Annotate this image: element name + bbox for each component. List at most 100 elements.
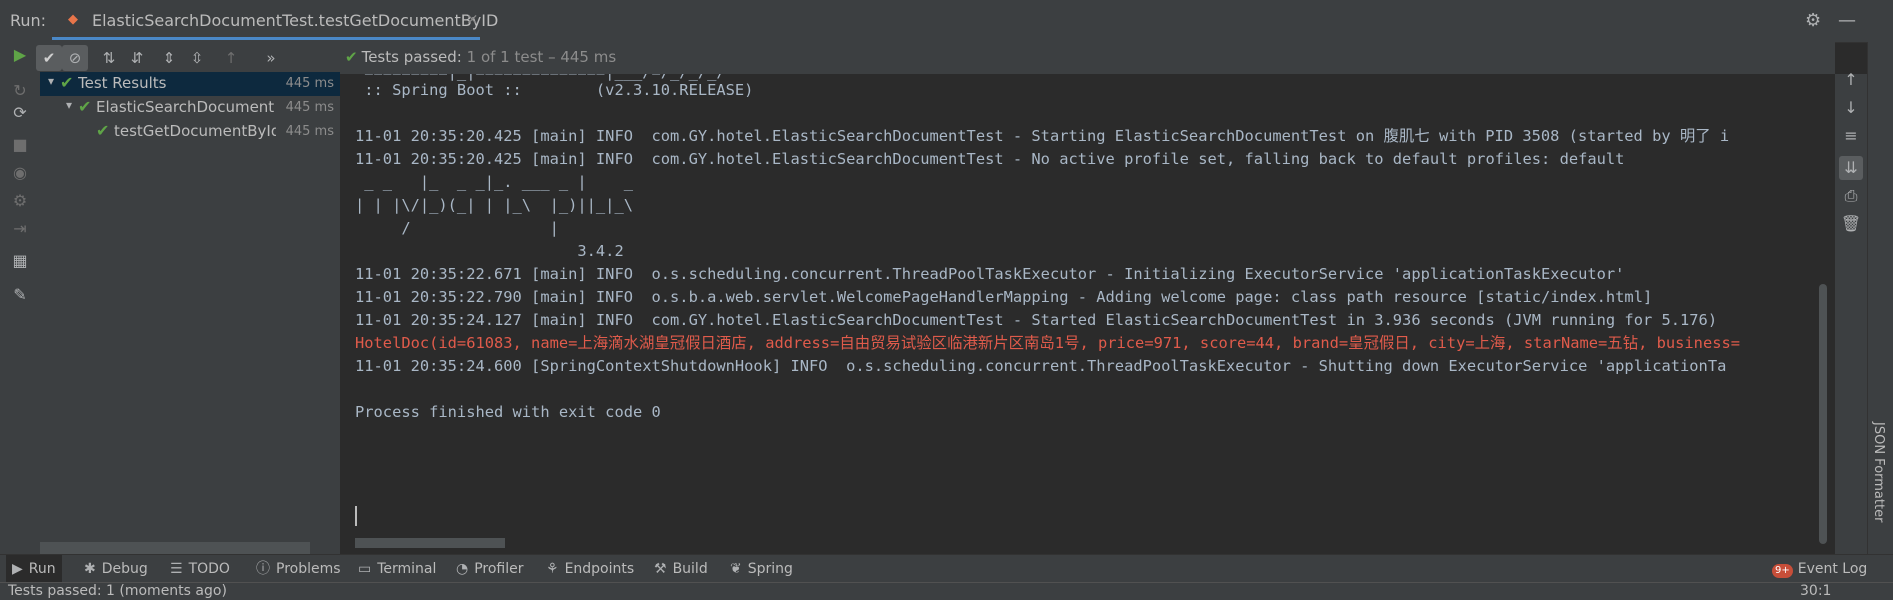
- tree-row[interactable]: ▾ ✔ Test Results 445 ms: [40, 72, 340, 96]
- settings-icon[interactable]: ⚙: [9, 190, 31, 212]
- event-count-badge: 9+: [1772, 564, 1793, 578]
- sort-duration-icon[interactable]: ⇵: [124, 45, 150, 71]
- json-formatter-tab[interactable]: JSON Formatter: [1871, 422, 1886, 522]
- scroll-to-end-icon[interactable]: ⇊: [1839, 156, 1863, 180]
- tab-label: Endpoints: [564, 561, 635, 577]
- tree-item-time: 445 ms: [285, 100, 334, 115]
- tree-horizontal-scrollbar[interactable]: [40, 542, 310, 554]
- show-passed-icon[interactable]: ✔: [36, 45, 62, 71]
- sort-alpha-icon[interactable]: ⇅: [96, 45, 122, 71]
- right-tool-strip: JSON Formatter: [1867, 42, 1893, 554]
- console-line: | | |\/|_)(_| | |_\ |_)||_|_\: [355, 196, 633, 214]
- console-side-toolbar: ↑ ↓ ≡ ⇊ ⎙ 🗑: [1835, 70, 1867, 554]
- expand-all-icon[interactable]: ⇕: [156, 45, 182, 71]
- status-message: Tests passed: 1 (moments ago): [8, 583, 227, 599]
- gear-icon[interactable]: ⚙: [1805, 10, 1821, 31]
- stop-icon[interactable]: ■: [9, 134, 31, 156]
- test-config-icon: ◆: [68, 12, 78, 27]
- console-horizontal-scrollbar[interactable]: [355, 538, 505, 548]
- more-actions-icon[interactable]: »: [258, 45, 284, 71]
- close-tab-icon[interactable]: ×: [466, 10, 479, 28]
- tree-item-label: Test Results: [78, 74, 167, 92]
- bug-icon: ✱: [84, 561, 96, 577]
- previous-failed-icon[interactable]: ↑: [218, 45, 244, 71]
- chevron-down-icon[interactable]: ▾: [66, 98, 72, 112]
- hammer-icon: ⚒: [654, 561, 667, 577]
- info-icon: ⓘ: [256, 561, 270, 577]
- caret-position[interactable]: 30:1: [1800, 583, 1831, 600]
- tab-label: Problems: [276, 561, 341, 577]
- minimize-icon[interactable]: —: [1838, 10, 1856, 31]
- console-line: 11-01 20:35:20.425 [main] INFO com.GY.ho…: [355, 127, 1730, 145]
- tab-profiler[interactable]: ◔ Profiler: [450, 555, 530, 583]
- tab-label: Profiler: [474, 561, 524, 577]
- console-line: Process finished with exit code 0: [355, 403, 661, 421]
- tab-problems[interactable]: ⓘ Problems: [250, 555, 347, 583]
- pin-icon[interactable]: ✎: [9, 284, 31, 306]
- status-label: Tests passed:: [361, 48, 462, 66]
- tab-label: TODO: [188, 561, 230, 577]
- exit-icon[interactable]: ⇥: [9, 218, 31, 240]
- profiler-icon: ◔: [456, 561, 469, 577]
- toggle-auto-test-icon[interactable]: ⟳: [9, 102, 31, 124]
- console-line: 11-01 20:35:24.600 [SpringContextShutdow…: [355, 357, 1727, 375]
- tree-item-time: 445 ms: [285, 124, 334, 139]
- console-line: 11-01 20:35:22.671 [main] INFO o.s.sched…: [355, 265, 1625, 283]
- status-bar: Tests passed: 1 (moments ago) 30:1: [0, 582, 1893, 600]
- tab-debug[interactable]: ✱ Debug: [78, 555, 154, 583]
- tab-spring[interactable]: ❦ Spring: [724, 555, 799, 583]
- console-vertical-scrollbar[interactable]: [1819, 284, 1827, 544]
- tab-endpoints[interactable]: ⚘ Endpoints: [540, 555, 640, 583]
- test-toolbar: ✔ ⊘ ⇅ ⇵ ⇕ ⇳ ↑ » ✔ Tests passed: 1 of 1 te…: [36, 42, 1835, 74]
- rerun-icon[interactable]: ▶: [9, 44, 31, 66]
- rerun-failed-icon[interactable]: ↻: [9, 80, 31, 102]
- check-icon: ✔: [96, 121, 110, 140]
- text-cursor: [355, 506, 357, 526]
- check-icon: ✔: [345, 48, 358, 66]
- console-line: 3.4.2: [355, 242, 624, 260]
- arrow-down-icon[interactable]: ↓: [1839, 96, 1863, 120]
- arrow-up-icon[interactable]: ↑: [1839, 68, 1863, 92]
- check-icon: ✔: [78, 97, 92, 116]
- tree-row[interactable]: ✔ testGetDocumentById 445 ms: [40, 120, 340, 144]
- camera-icon[interactable]: ◉: [9, 162, 31, 184]
- console-line: / |: [355, 219, 559, 237]
- console-line: _ _ |_ _ _|_. ___ _ | _: [355, 173, 633, 191]
- console-line: 11-01 20:35:20.425 [main] INFO com.GY.ho…: [355, 150, 1625, 168]
- console-output[interactable]: =========|_|==============|___/=/_/_/_/ …: [341, 74, 1835, 554]
- tree-row[interactable]: ▾ ✔ ElasticSearchDocument 445 ms: [40, 96, 340, 120]
- tool-window-bar: ▶ Run ✱ Debug ☰ TODO ⓘ Problems ▭ Terminal ◔ P…: [0, 554, 1893, 583]
- play-icon: ▶: [12, 561, 23, 577]
- run-tool-window-header: Run: ◆ ElasticSearchDocumentTest.testGet…: [0, 0, 1893, 43]
- console-line: :: Spring Boot :: (v2.3.10.RELEASE): [355, 81, 754, 99]
- tab-todo[interactable]: ☰ TODO: [164, 555, 236, 583]
- run-label: Run:: [10, 11, 47, 30]
- spring-leaf-icon: ❦: [730, 561, 742, 577]
- tab-label: Debug: [101, 561, 148, 577]
- trash-icon[interactable]: 🗑: [1839, 212, 1863, 236]
- tab-title: ElasticSearchDocumentTest.testGetDocumen…: [92, 11, 499, 30]
- test-results-tree: ▾ ✔ Test Results 445 ms ▾ ✔ ElasticSearc…: [40, 72, 341, 554]
- tab-terminal[interactable]: ▭ Terminal: [352, 555, 442, 583]
- console-line-error: HotelDoc(id=61083, name=上海滴水湖皇冠假日酒店, add…: [355, 334, 1741, 352]
- layout-icon[interactable]: ▦: [9, 250, 31, 272]
- collapse-all-icon[interactable]: ⇳: [184, 45, 210, 71]
- soft-wrap-icon[interactable]: ≡: [1839, 124, 1863, 148]
- status-detail: 1 of 1 test – 445 ms: [466, 48, 617, 66]
- run-side-toolbar: ▶ ↻ ⟳ ■ ◉ ⚙ ⇥ ▦ ✎: [0, 42, 41, 554]
- show-ignored-icon[interactable]: ⊘: [62, 45, 88, 71]
- tab-label: Run: [28, 561, 56, 577]
- tab-label: Spring: [747, 561, 793, 577]
- tree-item-time: 445 ms: [285, 76, 334, 91]
- tab-run-configuration[interactable]: ◆ ElasticSearchDocumentTest.testGetDocum…: [52, 2, 498, 40]
- tab-run[interactable]: ▶ Run: [6, 555, 62, 583]
- tab-label: Build: [672, 561, 708, 577]
- terminal-icon: ▭: [358, 561, 372, 577]
- tab-build[interactable]: ⚒ Build: [648, 555, 714, 583]
- tree-item-label: testGetDocumentById: [114, 122, 276, 140]
- tab-event-log[interactable]: 9+ Event Log: [1766, 555, 1873, 583]
- chevron-down-icon[interactable]: ▾: [48, 74, 54, 88]
- print-icon[interactable]: ⎙: [1839, 184, 1863, 208]
- check-icon: ✔: [60, 73, 74, 92]
- tree-item-label: ElasticSearchDocument: [96, 98, 275, 116]
